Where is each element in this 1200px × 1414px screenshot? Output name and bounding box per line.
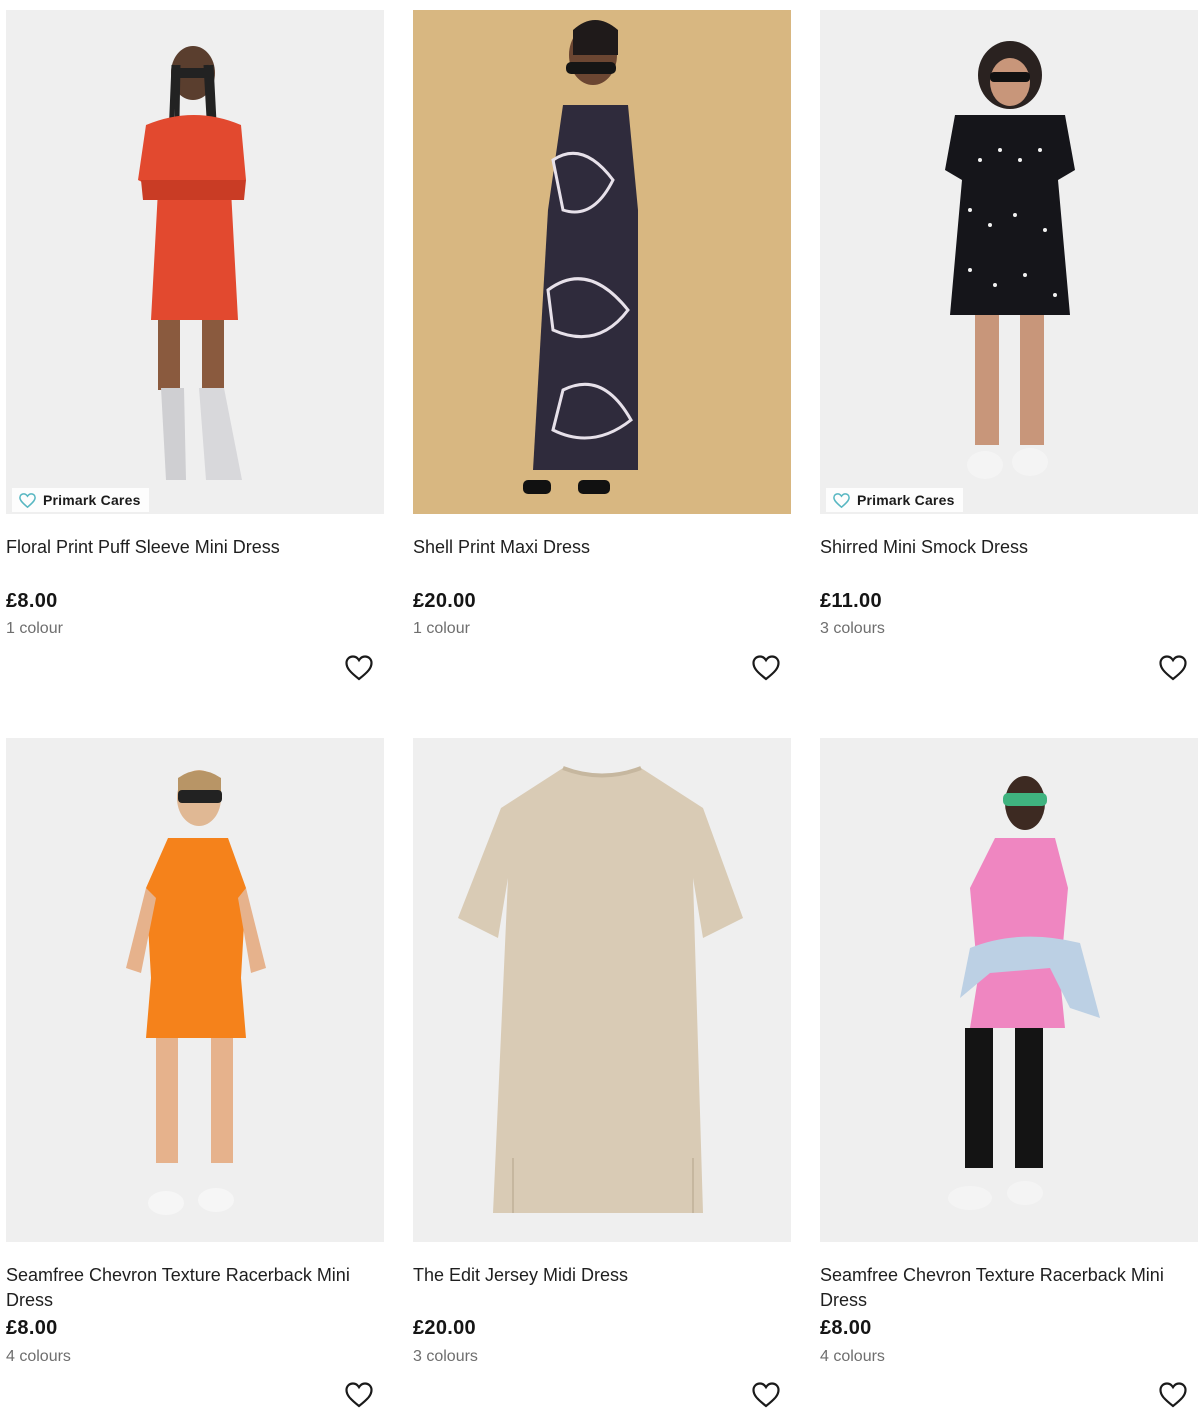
product-title[interactable]: Shirred Mini Smock Dress xyxy=(820,535,1180,560)
model-photo xyxy=(820,738,1198,1242)
product-colours: 4 colours xyxy=(6,1348,71,1365)
wishlist-button[interactable] xyxy=(344,1381,374,1409)
product-colours: 1 colour xyxy=(413,620,470,637)
product-price: £8.00 xyxy=(6,590,58,612)
primark-cares-badge: Primark Cares xyxy=(12,488,149,512)
product-title[interactable]: Seamfree Chevron Texture Racerback Mini … xyxy=(6,1263,366,1313)
product-image[interactable] xyxy=(413,738,791,1242)
heart-outline-icon xyxy=(345,1382,373,1408)
product-image[interactable] xyxy=(413,10,791,514)
heart-outline-icon xyxy=(1159,655,1187,681)
heart-care-icon xyxy=(19,492,36,508)
model-photo xyxy=(6,10,384,514)
product-price: £20.00 xyxy=(413,590,476,612)
product-card[interactable]: Shell Print Maxi Dress £20.00 1 colour xyxy=(413,10,791,726)
wishlist-button[interactable] xyxy=(344,654,374,682)
product-flatlay-photo xyxy=(413,738,791,1242)
heart-outline-icon xyxy=(752,1382,780,1408)
product-title[interactable]: Floral Print Puff Sleeve Mini Dress xyxy=(6,535,366,560)
product-card[interactable]: Seamfree Chevron Texture Racerback Mini … xyxy=(6,738,384,1411)
heart-care-icon xyxy=(833,492,850,508)
wishlist-button[interactable] xyxy=(1158,1381,1188,1409)
model-photo xyxy=(413,10,791,514)
product-colours: 3 colours xyxy=(820,620,885,637)
wishlist-button[interactable] xyxy=(751,1381,781,1409)
primark-cares-badge: Primark Cares xyxy=(826,488,963,512)
wishlist-button[interactable] xyxy=(1158,654,1188,682)
product-price: £8.00 xyxy=(820,1317,872,1339)
product-title[interactable]: Seamfree Chevron Texture Racerback Mini … xyxy=(820,1263,1180,1313)
product-card[interactable]: The Edit Jersey Midi Dress £20.00 3 colo… xyxy=(413,738,791,1411)
product-colours: 3 colours xyxy=(413,1348,478,1365)
product-colours: 1 colour xyxy=(6,620,63,637)
product-price: £8.00 xyxy=(6,1317,58,1339)
product-image[interactable] xyxy=(6,738,384,1242)
product-title[interactable]: The Edit Jersey Midi Dress xyxy=(413,1263,773,1288)
heart-outline-icon xyxy=(1159,1382,1187,1408)
product-price: £20.00 xyxy=(413,1317,476,1339)
badge-label: Primark Cares xyxy=(857,492,955,508)
product-card[interactable]: Primark Cares Floral Print Puff Sleeve M… xyxy=(6,10,384,726)
product-image[interactable] xyxy=(820,738,1198,1242)
product-colours: 4 colours xyxy=(820,1348,885,1365)
heart-outline-icon xyxy=(752,655,780,681)
model-photo xyxy=(820,10,1198,514)
product-price: £11.00 xyxy=(820,590,882,612)
product-card[interactable]: Primark Cares Shirred Mini Smock Dress £… xyxy=(820,10,1198,726)
product-image[interactable]: Primark Cares xyxy=(820,10,1198,514)
product-grid: Primark Cares Floral Print Puff Sleeve M… xyxy=(0,0,1200,1411)
wishlist-button[interactable] xyxy=(751,654,781,682)
product-card[interactable]: Seamfree Chevron Texture Racerback Mini … xyxy=(820,738,1198,1411)
heart-outline-icon xyxy=(345,655,373,681)
product-title[interactable]: Shell Print Maxi Dress xyxy=(413,535,773,560)
badge-label: Primark Cares xyxy=(43,492,141,508)
product-image[interactable]: Primark Cares xyxy=(6,10,384,514)
model-photo xyxy=(6,738,384,1242)
